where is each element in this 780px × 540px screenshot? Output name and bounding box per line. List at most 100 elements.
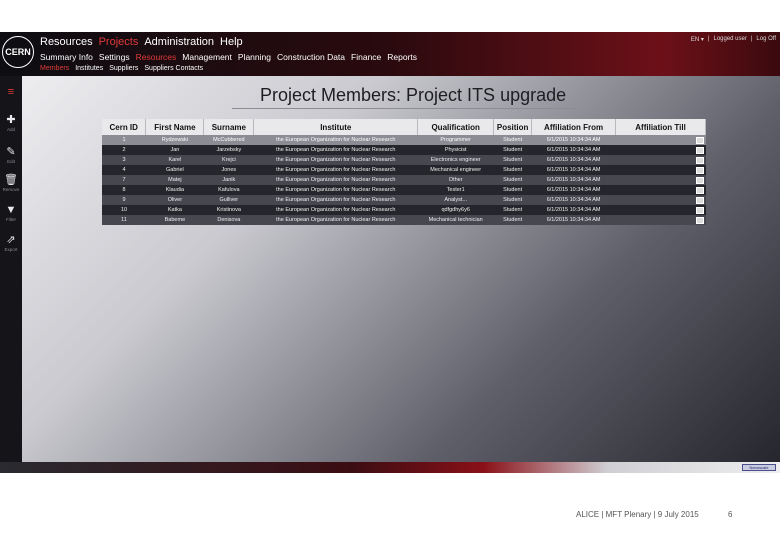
cell-affiliation-from: 6/1/2015 10:34:34 AM bbox=[531, 145, 616, 155]
row-edit-icon[interactable] bbox=[695, 176, 704, 184]
column-header-first-name[interactable]: First Name bbox=[145, 119, 205, 135]
trash-icon: 🗑 bbox=[4, 174, 18, 186]
tab-suppliers-contacts[interactable]: Suppliers Contacts bbox=[144, 65, 203, 72]
menu-help[interactable]: Help bbox=[220, 36, 243, 48]
column-header-affiliation-till[interactable]: Affiliation Till bbox=[615, 119, 706, 135]
menu-administration[interactable]: Administration bbox=[144, 36, 214, 48]
top-header: CERN Resources Projects Administration H… bbox=[0, 32, 780, 76]
cell-cern-id: 4 bbox=[102, 165, 146, 175]
cell-qualification: Other bbox=[417, 175, 494, 185]
tab-suppliers[interactable]: Suppliers bbox=[109, 65, 138, 72]
submenu-settings[interactable]: Settings bbox=[99, 52, 130, 62]
cell-cern-id: 9 bbox=[102, 195, 146, 205]
cell-affiliation-from: 6/1/2015 10:34:34 AM bbox=[531, 155, 616, 165]
cell-affiliation-till bbox=[615, 195, 706, 205]
submenu-resources[interactable]: Resources bbox=[136, 52, 177, 62]
footer-bar: Nanoscale bbox=[0, 462, 780, 473]
menu-projects[interactable]: Projects bbox=[99, 36, 139, 48]
cell-first-name: Karel bbox=[145, 155, 204, 165]
cell-institute: the European Organization for Nuclear Re… bbox=[253, 155, 418, 165]
cell-institute: the European Organization for Nuclear Re… bbox=[253, 175, 418, 185]
cell-qualification: Physicist bbox=[417, 145, 494, 155]
row-edit-icon[interactable] bbox=[695, 206, 704, 214]
cell-qualification: Electronics engineer bbox=[417, 155, 494, 165]
table-row[interactable]: 11 Babeme Denisova the European Organizatio… bbox=[102, 215, 706, 225]
column-header-cern-id[interactable]: Cern ID bbox=[102, 119, 147, 135]
submenu-finance[interactable]: Finance bbox=[351, 52, 381, 62]
cell-affiliation-from: 6/1/2015 10:34:34 AM bbox=[531, 165, 616, 175]
cell-surname: Kafulova bbox=[203, 185, 254, 195]
separator: | bbox=[707, 36, 710, 42]
row-edit-icon[interactable] bbox=[695, 216, 704, 224]
sidebar-menu[interactable]: ≡ bbox=[0, 86, 22, 98]
cell-affiliation-from: 6/1/2015 10:34:34 AM bbox=[531, 195, 616, 205]
table-row[interactable]: 9 Oliver Gulliver the European Organization… bbox=[102, 195, 706, 205]
row-edit-icon[interactable] bbox=[695, 196, 704, 204]
cell-affiliation-till bbox=[615, 165, 706, 175]
cell-qualification: Analyst... bbox=[417, 195, 494, 205]
table-header-row: Cern ID First Name Surname Institute Qua… bbox=[102, 119, 706, 135]
submenu-planning[interactable]: Planning bbox=[238, 52, 271, 62]
column-header-surname[interactable]: Surname bbox=[203, 119, 255, 135]
cell-position: Student bbox=[493, 135, 532, 145]
sidebar-add[interactable]: ✚ Add bbox=[0, 114, 22, 132]
row-edit-icon[interactable] bbox=[695, 156, 704, 164]
submenu-reports[interactable]: Reports bbox=[387, 52, 417, 62]
action-sidebar: ≡ ✚ Add ✎ Edit 🗑 Remove ▼ Filter ⇗ Expor… bbox=[0, 76, 22, 465]
cell-surname: McCubbered bbox=[203, 135, 254, 145]
table-row[interactable]: 8 Klaudia Kafulova the European Organizatio… bbox=[102, 185, 706, 195]
table-row[interactable]: 10 Katka Kristinova the European Organizati… bbox=[102, 205, 706, 215]
cell-affiliation-till bbox=[615, 175, 706, 185]
cell-position: Student bbox=[493, 195, 532, 205]
sidebar-filter[interactable]: ▼ Filter bbox=[0, 204, 22, 222]
cell-surname: Jones bbox=[203, 165, 254, 175]
tab-members[interactable]: Members bbox=[40, 65, 69, 72]
cell-institute: the European Organization for Nuclear Re… bbox=[253, 185, 418, 195]
application-screen: CERN Resources Projects Administration H… bbox=[0, 32, 780, 473]
log-off-link[interactable]: Log Off bbox=[756, 36, 776, 43]
language-selector[interactable]: EN ▾ bbox=[691, 36, 704, 43]
table-row[interactable]: 7 Matej Janik the European Organization for… bbox=[102, 175, 706, 185]
sidebar-edit[interactable]: ✎ Edit bbox=[0, 146, 22, 164]
cell-cern-id: 11 bbox=[102, 215, 146, 225]
row-edit-icon[interactable] bbox=[695, 186, 704, 194]
sidebar-export[interactable]: ⇗ Export bbox=[0, 234, 22, 252]
cell-first-name: Rydzewski bbox=[145, 135, 204, 145]
submenu-construction-data[interactable]: Construction Data bbox=[277, 52, 345, 62]
row-edit-icon[interactable] bbox=[695, 136, 704, 144]
submenu-management[interactable]: Management bbox=[182, 52, 232, 62]
logged-user[interactable]: Logged user bbox=[713, 36, 746, 43]
cell-affiliation-till bbox=[615, 145, 706, 155]
cell-surname: Gulliver bbox=[203, 195, 254, 205]
sidebar-label: Remove bbox=[2, 187, 20, 192]
row-edit-icon[interactable] bbox=[695, 166, 704, 174]
cell-institute: the European Organization for Nuclear Re… bbox=[253, 205, 418, 215]
submenu-summary-info[interactable]: Summary Info bbox=[40, 52, 93, 62]
cell-surname: Kristinova bbox=[203, 205, 254, 215]
menu-resources[interactable]: Resources bbox=[40, 36, 93, 48]
table-row[interactable]: 1 Rydzewski McCubbered the European Organiz… bbox=[102, 135, 706, 145]
export-icon: ⇗ bbox=[6, 234, 16, 246]
cell-first-name: Katka bbox=[145, 205, 204, 215]
cell-cern-id: 7 bbox=[102, 175, 146, 185]
sidebar-remove[interactable]: 🗑 Remove bbox=[0, 174, 22, 192]
tab-institutes[interactable]: Institutes bbox=[75, 65, 103, 72]
table-row[interactable]: 4 Gabriel Jones the European Organization f… bbox=[102, 165, 706, 175]
separator: | bbox=[750, 36, 753, 42]
column-header-position[interactable]: Position bbox=[493, 119, 533, 135]
cell-qualification: Tester1 bbox=[417, 185, 494, 195]
column-header-qualification[interactable]: Qualification bbox=[417, 119, 495, 135]
row-edit-icon[interactable] bbox=[695, 146, 704, 154]
column-header-institute[interactable]: Institute bbox=[253, 119, 419, 135]
members-table: Cern ID First Name Surname Institute Qua… bbox=[102, 119, 706, 225]
table-row[interactable]: 2 Jan Jarzebsky the European Organization f… bbox=[102, 145, 706, 155]
cell-surname: Krejci bbox=[203, 155, 254, 165]
cell-position: Student bbox=[493, 165, 532, 175]
column-header-affiliation-from[interactable]: Affiliation From bbox=[531, 119, 617, 135]
cell-institute: the European Organization for Nuclear Re… bbox=[253, 165, 418, 175]
cern-logo: CERN bbox=[2, 36, 34, 68]
table-row[interactable]: 3 Karel Krejci the European Organization fo… bbox=[102, 155, 706, 165]
cell-affiliation-till bbox=[615, 215, 706, 225]
cell-institute: the European Organization for Nuclear Re… bbox=[253, 215, 418, 225]
cell-qualification: qdfgdhy6y6 bbox=[417, 205, 494, 215]
